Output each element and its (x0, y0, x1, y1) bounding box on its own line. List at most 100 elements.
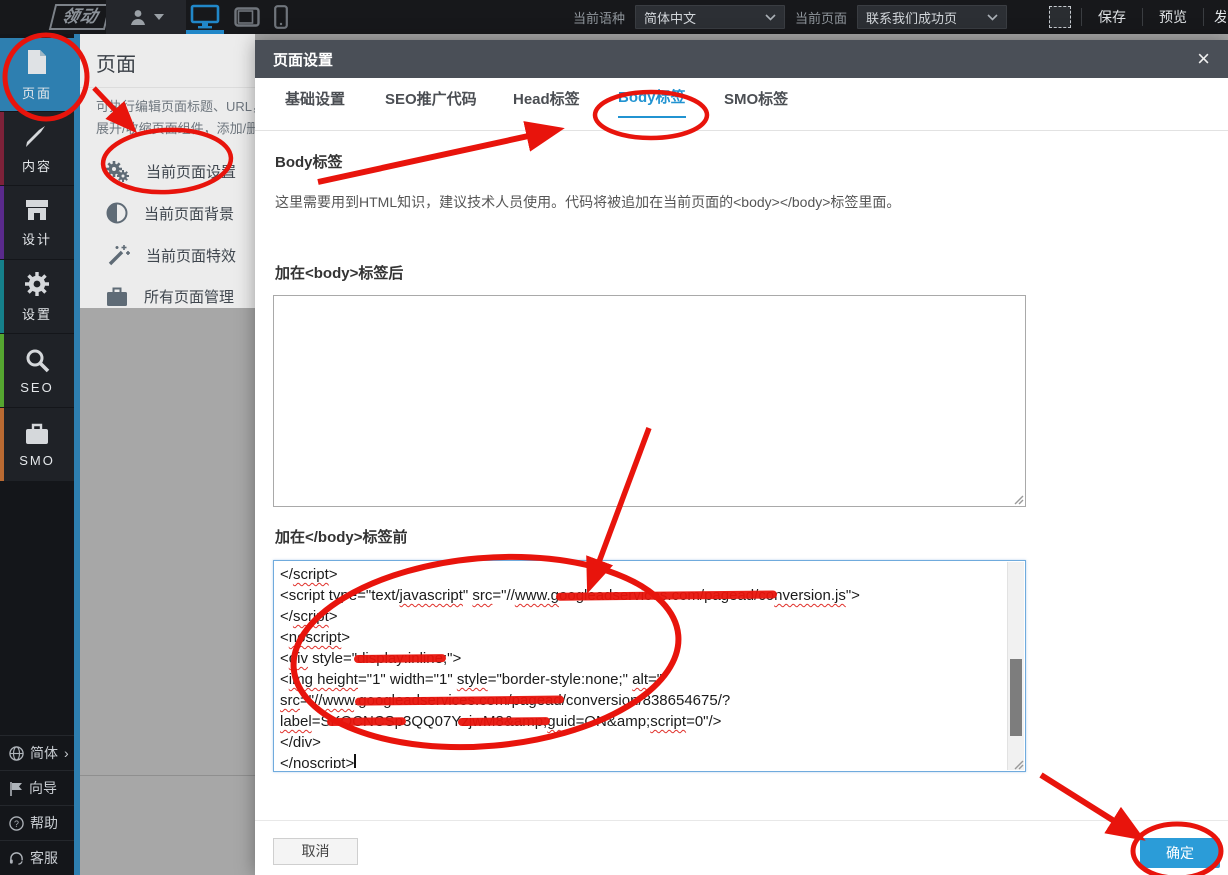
flag-icon (9, 781, 23, 796)
ok-button[interactable]: 确定 (1140, 838, 1220, 868)
footer-item-guide[interactable]: 向导 (0, 770, 74, 805)
panel-description: 可执行编辑页面标题、URL，更 展开/收缩页面组件，添加/删除 (80, 88, 255, 140)
publish-button-clipped[interactable]: 发 (1214, 7, 1226, 27)
canvas-divider (80, 775, 255, 776)
briefcase-icon (24, 422, 50, 446)
contrast-icon (106, 202, 128, 224)
menu-item-current-page-settings[interactable]: 当前页面设置 (80, 150, 255, 192)
sidebar-accent-strip (74, 34, 80, 875)
after-body-label: 加在<body>标签后 (255, 262, 403, 283)
sidebar-item-design[interactable]: 设计 (0, 186, 74, 259)
sidebar-footer: 简体 › 向导 ? 帮助 客服 (0, 735, 74, 875)
save-button[interactable]: 保存 (1092, 7, 1132, 27)
menu-item-current-page-effects[interactable]: 当前页面特效 (80, 234, 255, 276)
sidebar-item-label: SEO (20, 380, 53, 395)
panel-description-line: 展开/收缩页面组件，添加/删除 (96, 118, 255, 140)
sidebar-item-page[interactable]: 页面 (0, 38, 74, 111)
scrollbar[interactable] (1007, 562, 1024, 770)
footer-item-label: 客服 (30, 848, 58, 868)
component-grid-icon[interactable] (1049, 6, 1071, 28)
menu-item-label: 所有页面管理 (144, 286, 234, 307)
section-heading: Body标签 (255, 131, 1228, 172)
language-label: 当前语种 (573, 8, 625, 27)
footer-item-label: 向导 (29, 778, 57, 798)
user-menu[interactable] (106, 0, 186, 34)
separator (1203, 8, 1204, 26)
tablet-device-icon[interactable] (234, 7, 260, 27)
footer-item-help[interactable]: ? 帮助 (0, 805, 74, 840)
footer-item-label: 简体 (30, 743, 58, 763)
pencil-icon (24, 123, 50, 149)
briefcase-icon (106, 287, 128, 307)
dialog-body: Body标签 这里需要用到HTML知识，建议技术人员使用。代码将被追加在当前页面… (255, 131, 1228, 212)
after-body-textarea[interactable] (273, 295, 1026, 507)
section-description: 这里需要用到HTML知识，建议技术人员使用。代码将被追加在当前页面的<body>… (255, 172, 1228, 212)
storefront-icon (24, 198, 50, 222)
sidebar-item-label: 设计 (22, 229, 52, 248)
tab-smo-tag[interactable]: SMO标签 (724, 88, 788, 118)
language-select-value: 简体中文 (644, 8, 696, 27)
sidebar-item-smo[interactable]: SMO (0, 408, 74, 481)
footer-item-support[interactable]: 客服 (0, 840, 74, 875)
tab-seo-code[interactable]: SEO推广代码 (385, 88, 477, 118)
dialog-tabs: 基础设置 SEO推广代码 Head标签 Body标签 SMO标签 (255, 78, 1228, 131)
separator (1142, 8, 1143, 26)
panel-menu: 当前页面设置 当前页面背景 当前页面特效 所有页面管理 (80, 150, 255, 308)
app-logo: 领动 (49, 4, 111, 30)
tab-body-tag[interactable]: Body标签 (618, 86, 686, 118)
sidebar-item-label: SMO (19, 453, 55, 468)
panel-title: 页面 (80, 34, 255, 88)
separator (1081, 8, 1082, 26)
menu-item-label: 当前页面特效 (146, 245, 236, 266)
magic-wand-icon (106, 244, 130, 266)
tracking-code-content: </script><script type="text/javascript" … (280, 564, 1003, 768)
svg-text:?: ? (14, 818, 19, 828)
question-icon: ? (9, 816, 24, 831)
page-panel: 页面 可执行编辑页面标题、URL，更 展开/收缩页面组件，添加/删除 当前页面设… (80, 34, 255, 308)
resize-grip-icon[interactable] (1012, 758, 1024, 770)
search-icon (24, 347, 50, 373)
sidebar-item-content[interactable]: 内容 (0, 112, 74, 185)
scrollbar-thumb[interactable] (1010, 659, 1022, 736)
tab-basic-settings[interactable]: 基础设置 (285, 88, 345, 118)
tab-head-tag[interactable]: Head标签 (513, 88, 580, 118)
sidebar-item-seo[interactable]: SEO (0, 334, 74, 407)
sidebar-item-label: 内容 (22, 156, 52, 175)
menu-item-current-page-background[interactable]: 当前页面背景 (80, 192, 255, 234)
gear-icon (24, 271, 50, 297)
dialog-header: 页面设置 × (255, 40, 1228, 78)
top-bar: 领动 当前语种 简体中文 当前页面 联系我们成功页 保存 预览 发 (0, 0, 1228, 34)
resize-grip-icon[interactable] (1012, 493, 1024, 505)
current-page-select[interactable]: 联系我们成功页 (857, 5, 1007, 29)
page-settings-dialog: 页面设置 × 基础设置 SEO推广代码 Head标签 Body标签 SMO标签 … (255, 40, 1228, 875)
dialog-title: 页面设置 (273, 49, 333, 70)
mobile-device-icon[interactable] (274, 5, 288, 29)
sidebar-item-label: 设置 (22, 304, 52, 323)
active-device-indicator (186, 30, 224, 34)
before-body-end-textarea[interactable]: </script><script type="text/javascript" … (273, 560, 1026, 772)
globe-icon (9, 746, 24, 761)
language-select[interactable]: 简体中文 (635, 5, 785, 29)
footer-item-label: 帮助 (30, 813, 58, 833)
preview-button[interactable]: 预览 (1153, 7, 1193, 27)
current-page-label: 当前页面 (795, 8, 847, 27)
sidebar-item-settings[interactable]: 设置 (0, 260, 74, 333)
current-page-select-value: 联系我们成功页 (866, 8, 957, 27)
sidebar-item-label: 页面 (22, 83, 52, 102)
gears-icon (106, 160, 130, 182)
cancel-button[interactable]: 取消 (273, 838, 358, 865)
chevron-down-icon (765, 14, 776, 21)
footer-item-language[interactable]: 简体 › (0, 735, 74, 770)
panel-description-line: 可执行编辑页面标题、URL，更 (96, 96, 255, 118)
chevron-right-icon: › (64, 745, 69, 761)
chevron-down-icon (987, 14, 998, 21)
sidebar: 页面 内容 设计 设置 SEO SMO 简体 › 向导 ? 帮助 (0, 34, 74, 875)
menu-item-label: 当前页面设置 (146, 161, 236, 182)
chevron-down-icon (154, 14, 164, 20)
desktop-device-icon[interactable] (190, 4, 220, 30)
close-icon[interactable]: × (1197, 48, 1210, 70)
menu-item-label: 当前页面背景 (144, 203, 234, 224)
page-icon (24, 48, 50, 76)
user-icon (128, 7, 148, 27)
menu-item-all-pages-management[interactable]: 所有页面管理 (80, 276, 255, 308)
